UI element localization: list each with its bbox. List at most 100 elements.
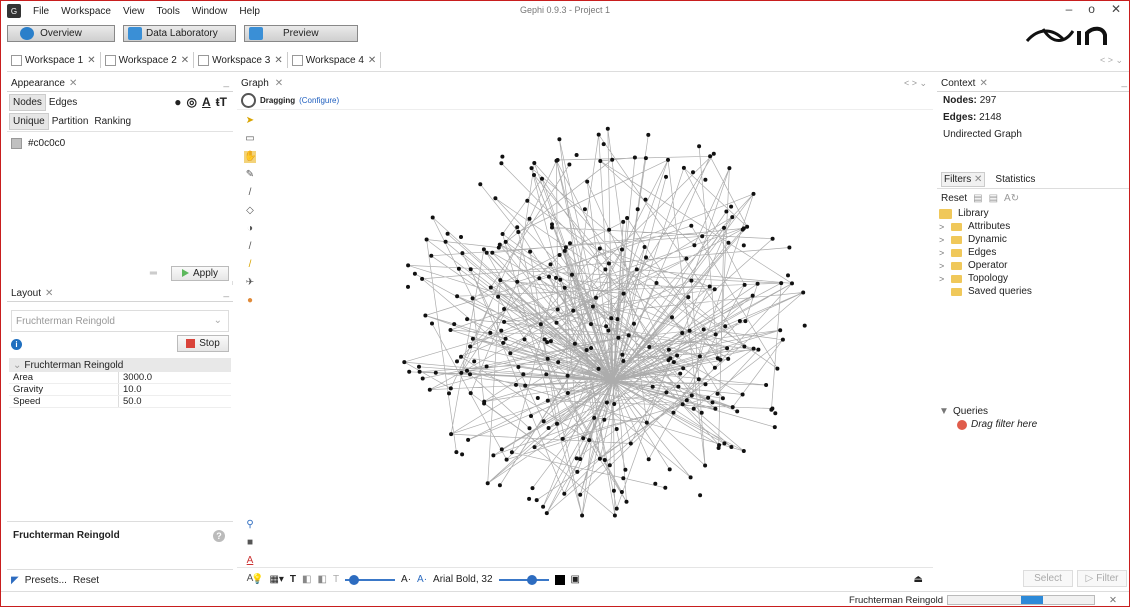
graph-node[interactable] [689, 278, 694, 283]
graph-node[interactable] [722, 225, 726, 230]
graph-node[interactable] [568, 241, 572, 246]
auto-refresh-icon[interactable]: A↻ [1004, 193, 1019, 204]
graph-node[interactable] [529, 166, 534, 171]
graph-node[interactable] [558, 277, 563, 282]
graph-node[interactable] [723, 324, 728, 329]
graph-node[interactable] [485, 481, 490, 486]
workspace-tab-1[interactable]: Workspace 1 ✕ [7, 52, 101, 68]
configure-link[interactable]: (Configure) [299, 96, 339, 105]
menu-window[interactable]: Window [186, 6, 234, 17]
graph-node[interactable] [550, 222, 554, 227]
graph-node[interactable] [504, 457, 509, 462]
graph-node[interactable] [420, 276, 425, 281]
graph-node[interactable] [650, 384, 655, 389]
graph-node[interactable] [684, 256, 689, 261]
maximize-button[interactable]: o [1088, 2, 1095, 16]
graph-node[interactable] [580, 513, 585, 518]
graph-node[interactable] [465, 368, 469, 373]
label-color-icon[interactable]: A [244, 555, 256, 567]
tab-edges[interactable]: Edges [46, 95, 80, 110]
graph-node[interactable] [523, 383, 528, 388]
graph-node[interactable] [730, 405, 735, 410]
graph-node[interactable] [698, 493, 703, 498]
graph-node[interactable] [720, 396, 725, 401]
minimize-icon[interactable]: _ [1121, 77, 1127, 88]
rectangle-select-icon[interactable]: ▭ [244, 133, 256, 145]
info-icon[interactable]: i [11, 338, 22, 350]
slider-knob[interactable] [349, 574, 360, 585]
tree-item-operator[interactable]: > Operator [939, 259, 1129, 272]
tab-nodes[interactable]: Nodes [9, 93, 46, 111]
chevron-right-icon[interactable]: > [939, 274, 951, 284]
graph-node[interactable] [751, 191, 756, 196]
graph-node[interactable] [491, 453, 496, 458]
stop-button[interactable]: Stop [177, 335, 229, 352]
graph-node[interactable] [565, 373, 570, 378]
graph-node[interactable] [585, 179, 590, 184]
property-row-speed[interactable]: Speed 50.0 [9, 396, 231, 408]
light-bulb-icon[interactable]: 💡 [251, 574, 263, 585]
graph-node[interactable] [499, 328, 504, 333]
graph-node[interactable] [581, 436, 586, 441]
apply-button[interactable]: Apply [171, 265, 229, 281]
graph-node[interactable] [620, 247, 624, 252]
graph-canvas[interactable] [261, 111, 933, 567]
graph-node[interactable] [643, 156, 648, 161]
graph-node[interactable] [544, 372, 549, 377]
graph-node[interactable] [578, 492, 583, 497]
graph-node[interactable] [522, 337, 527, 342]
graph-node[interactable] [689, 393, 694, 398]
graph-node[interactable] [621, 219, 626, 224]
graph-node[interactable] [741, 449, 746, 453]
graph-node[interactable] [684, 398, 689, 403]
edge-label-icon[interactable]: ◧ [302, 574, 311, 585]
graph-node[interactable] [604, 400, 609, 405]
graph-node[interactable] [743, 319, 748, 324]
graph-node[interactable] [678, 371, 683, 376]
graph-node[interactable] [466, 437, 471, 442]
help-icon[interactable]: ? [213, 530, 225, 542]
graph-node[interactable] [713, 332, 718, 337]
close-icon[interactable]: ✕ [275, 78, 283, 89]
select-arrow-icon[interactable]: ➤ [244, 115, 256, 127]
tree-item-saved-queries[interactable]: Saved queries [939, 285, 1129, 298]
layout-algorithm-select[interactable]: Fruchterman Reingold ⌄ [11, 310, 229, 332]
graph-node[interactable] [500, 154, 505, 159]
minimize-button[interactable]: – [1066, 2, 1073, 16]
graph-node[interactable] [481, 247, 486, 252]
graph-node[interactable] [498, 278, 503, 283]
graph-node[interactable] [710, 400, 715, 405]
graph-node[interactable] [532, 445, 537, 450]
graph-node[interactable] [459, 354, 463, 359]
presets-button[interactable]: Presets... [25, 575, 67, 586]
chevron-right-icon[interactable]: > [939, 235, 951, 245]
unique-color-row[interactable]: #c0c0c0 [7, 132, 233, 155]
graph-node[interactable] [572, 341, 577, 346]
graph-node[interactable] [490, 250, 495, 255]
graph-node[interactable] [407, 369, 412, 374]
graph-node[interactable] [584, 348, 589, 352]
font-increase-icon[interactable]: A· [417, 574, 427, 585]
graph-node[interactable] [449, 432, 454, 437]
graph-node[interactable] [574, 153, 579, 157]
graph-node[interactable] [717, 443, 722, 448]
preview-mode-button[interactable]: Preview [244, 24, 358, 42]
graph-node[interactable] [545, 340, 550, 345]
graph-node[interactable] [406, 263, 411, 268]
graph-node[interactable] [527, 426, 532, 431]
graph-node[interactable] [620, 352, 625, 357]
graph-node[interactable] [530, 486, 535, 491]
graph-node[interactable] [686, 295, 691, 300]
graph-node[interactable] [646, 457, 651, 462]
graph-node[interactable] [557, 137, 562, 142]
graph-node[interactable] [621, 291, 626, 296]
pencil-icon[interactable]: / [244, 241, 256, 253]
graph-node[interactable] [671, 410, 676, 415]
text-size-icon[interactable]: T [333, 574, 339, 585]
graph-node[interactable] [488, 285, 493, 290]
font-decrease-icon[interactable]: A· [401, 574, 411, 585]
graph-node[interactable] [508, 351, 513, 356]
font-size-slider[interactable] [498, 574, 549, 585]
font-label[interactable]: Arial Bold, 32 [433, 574, 492, 585]
graph-node[interactable] [647, 345, 652, 349]
